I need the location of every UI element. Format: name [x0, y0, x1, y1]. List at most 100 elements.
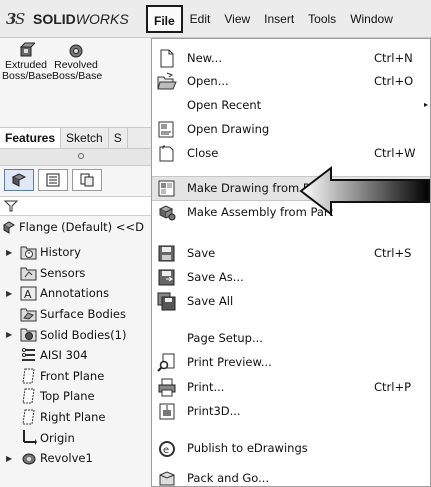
tree-item-top-plane[interactable]: Top Plane	[0, 386, 160, 407]
tree-item-revolve1[interactable]: ▶ Revolve1	[0, 448, 160, 469]
extruded-boss-icon	[19, 42, 35, 57]
menu-view[interactable]: View	[217, 5, 257, 33]
svg-text:e: e	[163, 445, 169, 456]
menu-insert[interactable]: Insert	[257, 5, 301, 33]
menu-item-open-recent[interactable]: Open Recent ▸	[152, 94, 430, 117]
panel-splitter[interactable]	[0, 149, 160, 166]
menu-item-publish-edrawings[interactable]: e Publish to eDrawings	[152, 437, 430, 460]
tab-s[interactable]: S	[109, 128, 128, 148]
tree-root-label: Flange (Default) <<D	[19, 220, 144, 234]
tree-root[interactable]: Flange (Default) <<D	[2, 220, 144, 234]
tree-item-label: Origin	[40, 430, 75, 445]
tree-item-history[interactable]: ▶ History	[0, 242, 160, 263]
tree-item-sensors[interactable]: Sensors	[0, 263, 160, 284]
tree-item-material[interactable]: AISI 304	[0, 345, 160, 366]
tree-item-annotations[interactable]: ▶ A Annotations	[0, 283, 160, 304]
menu-window[interactable]: Window	[343, 5, 400, 33]
menu-item-shortcut: Ctrl+W	[374, 146, 416, 160]
menu-item-label: Close	[187, 146, 219, 160]
revolved-line2: Boss/Base	[52, 70, 103, 82]
menu-item-label: Print Preview...	[187, 355, 272, 369]
tree-item-right-plane[interactable]: Right Plane	[0, 407, 160, 428]
tree-item-label: Front Plane	[40, 368, 105, 383]
menu-item-print3d[interactable]: Print3D...	[152, 400, 430, 423]
tree-item-label: Surface Bodies	[40, 307, 126, 322]
menu-item-pack-and-go[interactable]: Pack and Go...	[152, 467, 430, 486]
save-all-icon	[157, 292, 176, 311]
expand-arrow-icon[interactable]: ▶	[6, 248, 12, 257]
feature-tree-icon	[11, 173, 27, 187]
tree-item-label: Sensors	[40, 265, 86, 280]
tree-item-label: History	[40, 245, 81, 260]
revolved-boss-button[interactable]: Revolved Boss/Base	[52, 42, 103, 82]
tree-item-surface-bodies[interactable]: Surface Bodies	[0, 304, 160, 325]
callout-arrow-icon	[299, 166, 430, 216]
feature-tree-tab[interactable]	[4, 169, 34, 191]
tree-item-origin[interactable]: Origin	[0, 427, 160, 448]
tab-features[interactable]: Features	[0, 128, 62, 148]
edrawings-icon: e	[159, 441, 175, 457]
origin-icon	[23, 430, 37, 446]
configuration-manager-icon	[80, 173, 94, 187]
open-drawing-icon	[158, 121, 174, 138]
menu-item-open-drawing[interactable]: Open Drawing	[152, 118, 430, 141]
revolve-feature-icon	[22, 453, 36, 465]
tree-item-label: Right Plane	[40, 410, 106, 425]
splitter-grip-icon	[78, 153, 84, 159]
make-assembly-icon	[158, 205, 176, 221]
extruded-line2: Boss/Base	[2, 70, 53, 82]
tree-filter-bar[interactable]	[0, 196, 160, 216]
print-icon	[158, 378, 176, 397]
menu-bar: File Edit View Insert Tools Window	[146, 0, 400, 38]
menu-file[interactable]: File	[146, 5, 183, 33]
menu-item-print[interactable]: Print... Ctrl+P	[152, 376, 430, 399]
menu-edit[interactable]: Edit	[183, 5, 218, 33]
menu-item-label: Save As...	[187, 270, 244, 284]
menu-item-shortcut: Ctrl+O	[374, 74, 414, 88]
menu-item-label: Print...	[187, 380, 225, 394]
menu-item-label: Save All	[187, 294, 234, 308]
configuration-manager-tab[interactable]	[72, 169, 102, 191]
command-manager-tabs: Features Sketch S	[0, 127, 160, 149]
save-as-icon	[158, 269, 175, 286]
tree-item-label: AISI 304	[40, 348, 88, 363]
menu-item-save[interactable]: Save Ctrl+S	[152, 242, 430, 265]
menu-item-page-setup[interactable]: Page Setup...	[152, 327, 430, 350]
expand-arrow-icon[interactable]: ▶	[6, 330, 12, 339]
tree-item-label: Solid Bodies(1)	[40, 327, 127, 342]
material-icon	[22, 347, 35, 361]
history-icon	[20, 246, 37, 260]
menu-item-save-all[interactable]: Save All	[152, 290, 430, 313]
tab-sketch[interactable]: Sketch	[61, 128, 109, 148]
menu-item-label: Pack and Go...	[187, 471, 270, 485]
svg-text:S: S	[15, 10, 25, 28]
revolved-boss-icon	[69, 44, 83, 58]
menu-item-print-preview[interactable]: Print Preview...	[152, 351, 430, 374]
save-icon	[158, 245, 175, 262]
solid-bodies-icon	[20, 328, 37, 342]
plane-icon	[22, 388, 35, 404]
menu-item-new[interactable]: New... Ctrl+N	[152, 47, 430, 70]
print-preview-icon	[157, 353, 175, 372]
extruded-boss-button[interactable]: Extruded Boss/Base	[2, 42, 53, 82]
menu-item-open[interactable]: Open... Ctrl+O	[152, 70, 430, 93]
plane-icon	[22, 368, 35, 384]
tree-item-label: Revolve1	[40, 451, 93, 466]
menu-item-save-as[interactable]: Save As...	[152, 266, 430, 289]
menu-item-close[interactable]: Close Ctrl+W	[152, 142, 430, 165]
left-panel: Extruded Boss/Base Revolved Boss/Base Fe…	[0, 38, 160, 487]
property-manager-tab[interactable]	[38, 169, 68, 191]
menu-item-label: Open Recent	[187, 98, 262, 112]
tree-item-label: Annotations	[40, 286, 110, 301]
menu-tools[interactable]: Tools	[301, 5, 343, 33]
expand-arrow-icon[interactable]: ▶	[6, 454, 12, 463]
menu-item-label: Print3D...	[187, 404, 241, 418]
pack-and-go-icon	[159, 471, 175, 486]
expand-arrow-icon[interactable]: ▶	[6, 289, 12, 298]
menu-item-label: Open...	[187, 74, 229, 88]
sensors-icon	[20, 267, 37, 281]
tree-item-solid-bodies[interactable]: ▶ Solid Bodies(1)	[0, 324, 160, 345]
plane-icon	[22, 409, 35, 425]
submenu-arrow-icon: ▸	[424, 100, 429, 109]
tree-item-front-plane[interactable]: Front Plane	[0, 366, 160, 387]
